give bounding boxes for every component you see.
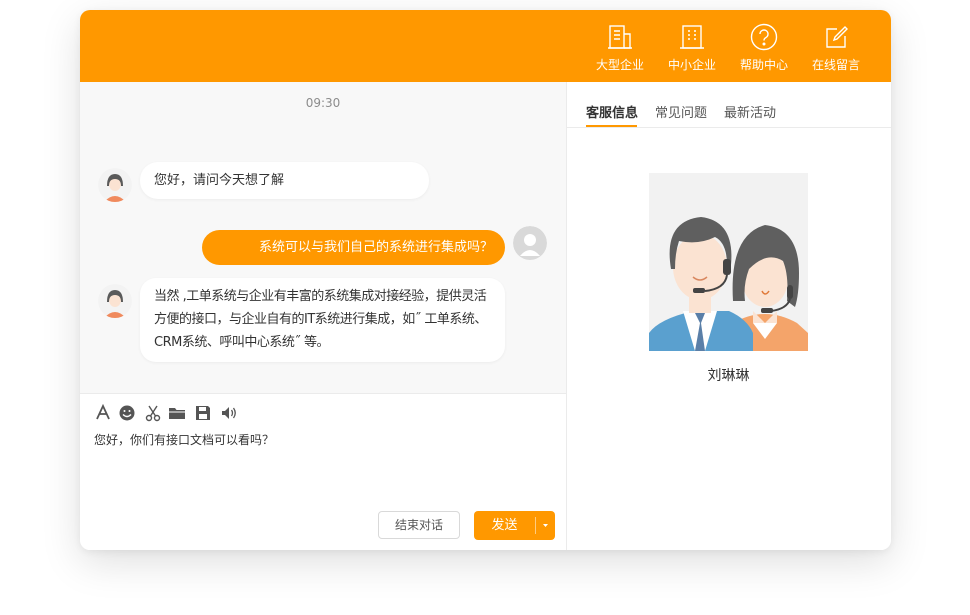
active-tab-indicator [586, 125, 637, 127]
user-avatar [513, 226, 547, 260]
scissors-icon[interactable] [144, 404, 162, 422]
volume-icon[interactable] [220, 404, 238, 422]
message-composer: 您好，你们有接口文档可以看吗？ 结束对话 发送 [80, 393, 566, 550]
large-enterprise-icon [608, 25, 632, 49]
tab-latest-events[interactable]: 最新活动 [724, 102, 776, 121]
user-message-bubble: 系统可以与我们自己的系统进行集成吗？ [202, 230, 505, 265]
sidebar-tabs: 客服信息 常见问题 最新活动 [567, 82, 891, 128]
message-input[interactable]: 您好，你们有接口文档可以看吗？ [94, 431, 274, 448]
nav-label: 帮助中心 [739, 58, 788, 72]
save-icon[interactable] [194, 404, 212, 422]
help-icon [750, 23, 778, 51]
tab-faq[interactable]: 常见问题 [655, 102, 707, 121]
message-timestamp: 09:30 [305, 96, 341, 110]
edit-message-icon [826, 26, 848, 48]
agent-photo [649, 173, 808, 351]
small-enterprise-icon [680, 25, 704, 49]
chat-window: 大型企业 中小企业 帮助中心 在线留言 09:30 您好，请问今天想了解 系统可… [80, 10, 891, 550]
nav-label: 大型企业 [595, 58, 644, 72]
message-line: 您好，请问今天想了解 [154, 173, 285, 188]
header-bar: 大型企业 中小企业 帮助中心 在线留言 [80, 10, 891, 82]
nav-small-enterprise[interactable]: 中小企业 [662, 22, 722, 73]
agent-name: 刘琳琳 [707, 368, 750, 384]
agent-avatar [98, 284, 132, 318]
send-button[interactable]: 发送 [474, 511, 555, 540]
message-line: 方便的接口，与企业自有的IT系统进行集成，如˝ 工单系统、 [154, 312, 487, 327]
message-line: CRM系统、呼叫中心系统˝ 等。 [154, 335, 329, 350]
folder-icon[interactable] [168, 404, 186, 422]
emoji-icon[interactable] [118, 404, 136, 422]
nav-label: 在线留言 [811, 58, 860, 72]
chat-messages-area[interactable]: 09:30 您好，请问今天想了解 系统可以与我们自己的系统进行集成吗？ 当然 ,… [80, 82, 566, 393]
nav-online-message[interactable]: 在线留言 [806, 22, 866, 73]
nav-help-center[interactable]: 帮助中心 [734, 22, 794, 73]
end-chat-button[interactable]: 结束对话 [378, 511, 460, 539]
agent-message-bubble: 您好，请问今天想了解 [140, 162, 429, 199]
message-line: 当然 ,工单系统与企业有丰富的系统集成对接经验，提供灵活 [154, 289, 487, 304]
nav-large-enterprise[interactable]: 大型企业 [590, 22, 650, 73]
send-label: 发送 [491, 518, 518, 533]
message-line: 系统可以与我们自己的系统进行集成吗？ [258, 240, 493, 255]
tab-agent-info[interactable]: 客服信息 [586, 102, 638, 121]
agent-message-bubble: 当然 ,工单系统与企业有丰富的系统集成对接经验，提供灵活 方便的接口，与企业自有… [140, 278, 505, 362]
chevron-down-icon[interactable] [536, 511, 555, 540]
agent-avatar [98, 168, 132, 202]
info-sidebar: 客服信息 常见问题 最新活动 刘琳琳 [566, 82, 891, 550]
nav-label: 中小企业 [667, 58, 716, 72]
font-icon[interactable] [94, 404, 112, 422]
